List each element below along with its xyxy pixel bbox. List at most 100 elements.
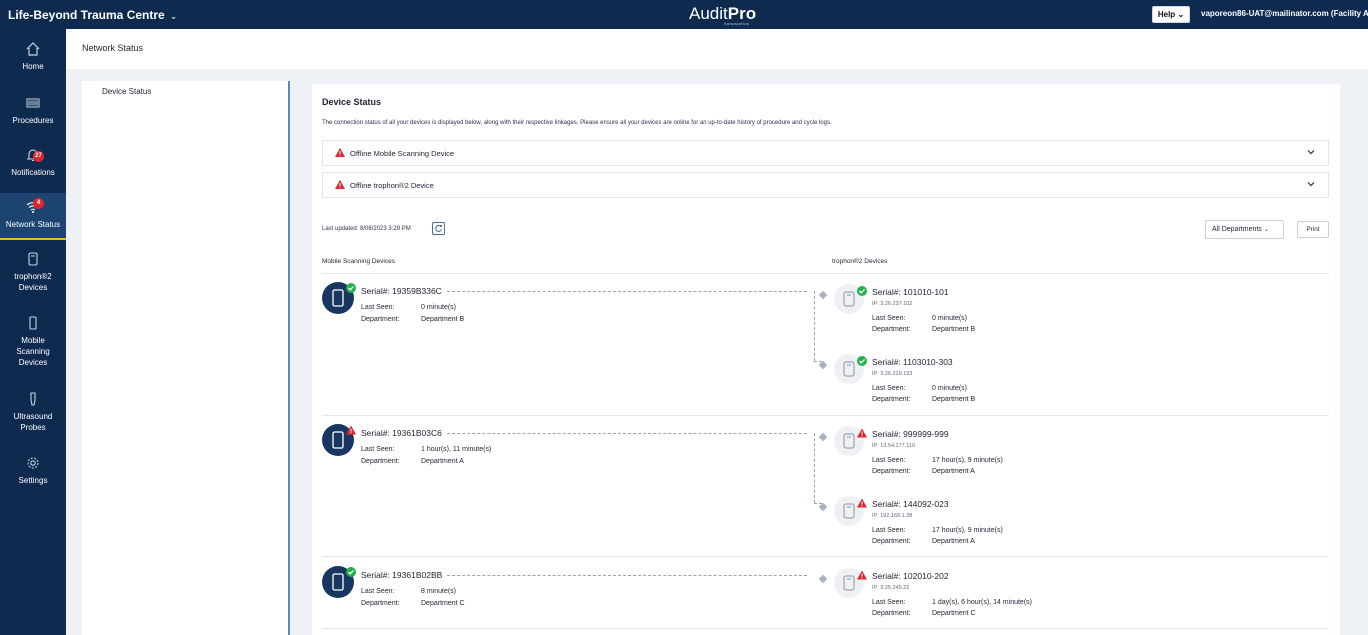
section-nav-device-status[interactable]: Device Status [102, 87, 151, 96]
trophon-icon [843, 433, 855, 449]
page-title-bar: Network Status [66, 29, 1368, 69]
department-label: Department: [361, 316, 400, 323]
last-updated-text: Last updated: 8/08/2023 3:29 PM [322, 226, 411, 232]
probe-icon [30, 392, 36, 406]
mobile-device-row[interactable]: Serial#: 19361B02BB Last Seen: 8 minute(… [322, 566, 807, 626]
brand-sub: nanosonics [724, 21, 750, 26]
warning-status-icon [857, 428, 867, 438]
trophon-icon [843, 575, 855, 591]
user-menu[interactable]: vaporeon86-UAT@mailinator.com (Facility … [1201, 9, 1368, 18]
last-seen-value: 8 minute(s) [421, 588, 457, 595]
department-value: Department A [932, 468, 975, 475]
user-label: vaporeon86-UAT@mailinator.com (Facility … [1201, 9, 1368, 18]
last-seen-value: 1 hour(s), 11 minute(s) [421, 446, 492, 453]
divider [322, 556, 1329, 557]
section-nav: Device Status [82, 81, 290, 635]
sidebar-item-label: trophon®2 [14, 272, 52, 281]
mobile-device-row[interactable]: Serial#: 19361B03C6 Last Seen: 1 hour(s)… [322, 424, 807, 484]
mobile-icon [332, 289, 344, 307]
sidebar-item-label: Procedures [12, 116, 54, 125]
last-seen-label: Last Seen: [872, 527, 906, 534]
department-label: Department: [872, 538, 911, 545]
mobile-device-row[interactable]: Serial#: 19359B336C Last Seen: 0 minute(… [322, 282, 807, 342]
trophon-device-row[interactable]: Serial#: 999999-999 IP: 13.54.177.110 La… [818, 426, 1134, 482]
department-value: Department C [932, 610, 976, 617]
card-title: Device Status [322, 97, 382, 107]
department-label: Department: [872, 396, 911, 403]
department-value: Department B [421, 316, 465, 323]
last-seen-label: Last Seen: [872, 315, 906, 322]
link-line [814, 291, 815, 361]
accordion-label: Offline trophon®2 Device [350, 181, 434, 190]
trophon-icon [843, 503, 855, 519]
trophon-serial: Serial#: 102010-202 [872, 571, 953, 581]
facility-selector[interactable]: Life-Beyond Trauma Centre ⌄ [8, 8, 177, 22]
sidebar-item-trophon-devices[interactable]: trophon®2 Devices [0, 251, 66, 297]
top-bar: Life-Beyond Trauma Centre ⌄ AuditPro nano… [0, 0, 1368, 29]
trophon-ip: IP: 3.26.237.102 [872, 301, 913, 307]
chevron-down-icon [1307, 182, 1315, 187]
department-value: Department C [421, 600, 465, 607]
accordion-offline-trophon[interactable]: Offline trophon®2 Device [322, 172, 1329, 198]
trophon-ip: IP: 3.26.219.193 [872, 371, 913, 377]
department-value: Department B [932, 326, 976, 333]
trophon-ip: IP: 3.25.245.22 [872, 585, 910, 591]
trophon-device-row[interactable]: Serial#: 144092-023 IP: 192.168.1.38 Las… [818, 496, 1134, 552]
trophon-ip: IP: 13.54.177.110 [872, 443, 916, 449]
gear-icon [27, 457, 39, 469]
trophon-serial: Serial#: 999999-999 [872, 429, 953, 439]
link-node [818, 502, 828, 512]
barcode-icon [26, 98, 40, 108]
online-status-icon [346, 283, 356, 293]
department-select-value: All Departments [1212, 226, 1262, 233]
card-description: The connection status of all your device… [322, 120, 832, 126]
link-node [818, 574, 828, 584]
help-label: Help [1157, 10, 1176, 19]
sidebar-item-label: Home [22, 62, 44, 71]
print-button[interactable]: Print [1297, 221, 1329, 238]
trophon-device-row[interactable]: Serial#: 1103010-303 IP: 3.26.219.193 La… [818, 354, 1134, 410]
link-node [818, 360, 828, 370]
accordion-label: Offline Mobile Scanning Device [350, 149, 455, 158]
divider [322, 415, 1329, 416]
department-label: Department: [361, 458, 400, 465]
help-button[interactable]: Help ⌄ [1152, 6, 1190, 23]
sidebar-item-label: Devices [18, 283, 48, 292]
trophon-device-row[interactable]: Serial#: 102010-202 IP: 3.25.245.22 Last… [818, 568, 1134, 624]
warning-status-icon [857, 570, 867, 580]
warning-status-icon [857, 498, 867, 508]
sidebar-item-procedures[interactable]: Procedures [0, 95, 66, 135]
last-seen-value: 1 day(s), 6 hour(s), 14 minute(s) [932, 599, 1032, 606]
department-select[interactable]: All Departments ⌄ [1205, 220, 1284, 239]
sidebar-item-network-status[interactable]: 4 Network Status [0, 193, 66, 240]
sidebar-item-label: Devices [18, 358, 48, 367]
brand-audit: Audit [689, 4, 728, 23]
sidebar-item-mobile-scanning-devices[interactable]: Mobile Scanning Devices [0, 315, 66, 371]
sidebar-item-label: Mobile [21, 336, 45, 345]
last-seen-value: 0 minute(s) [932, 315, 968, 322]
online-status-icon [857, 286, 867, 296]
sidebar-item-ultrasound-probes[interactable]: Ultrasound Probes [0, 391, 66, 437]
sidebar-item-home[interactable]: Home [0, 41, 66, 81]
column-header-mobile: Mobile Scanning Devices [322, 258, 395, 265]
trophon-device-row[interactable]: Serial#: 101010-101 IP: 3.26.237.102 Las… [818, 284, 1134, 340]
accordion-offline-mobile[interactable]: Offline Mobile Scanning Device [322, 140, 1329, 166]
sidebar-item-notifications[interactable]: 27 Notifications [0, 147, 66, 187]
warning-icon [335, 148, 345, 157]
link-line [422, 575, 807, 576]
trophon-icon [28, 252, 38, 266]
last-seen-value: 0 minute(s) [421, 304, 457, 311]
online-status-icon [346, 567, 356, 577]
last-seen-value: 17 hour(s), 9 minute(s) [932, 527, 1003, 534]
department-value: Department A [932, 538, 975, 545]
link-node [818, 290, 828, 300]
trophon-ip: IP: 192.168.1.38 [872, 513, 913, 519]
refresh-button[interactable] [432, 222, 445, 235]
chevron-down-icon [1307, 150, 1315, 155]
link-node [818, 432, 828, 442]
last-seen-label: Last Seen: [872, 385, 906, 392]
mobile-serial: Serial#: 19359B336C [361, 286, 446, 296]
mobile-icon [29, 316, 37, 330]
sidebar-item-settings[interactable]: Settings [0, 455, 66, 495]
sidebar-item-label: Settings [18, 476, 48, 485]
